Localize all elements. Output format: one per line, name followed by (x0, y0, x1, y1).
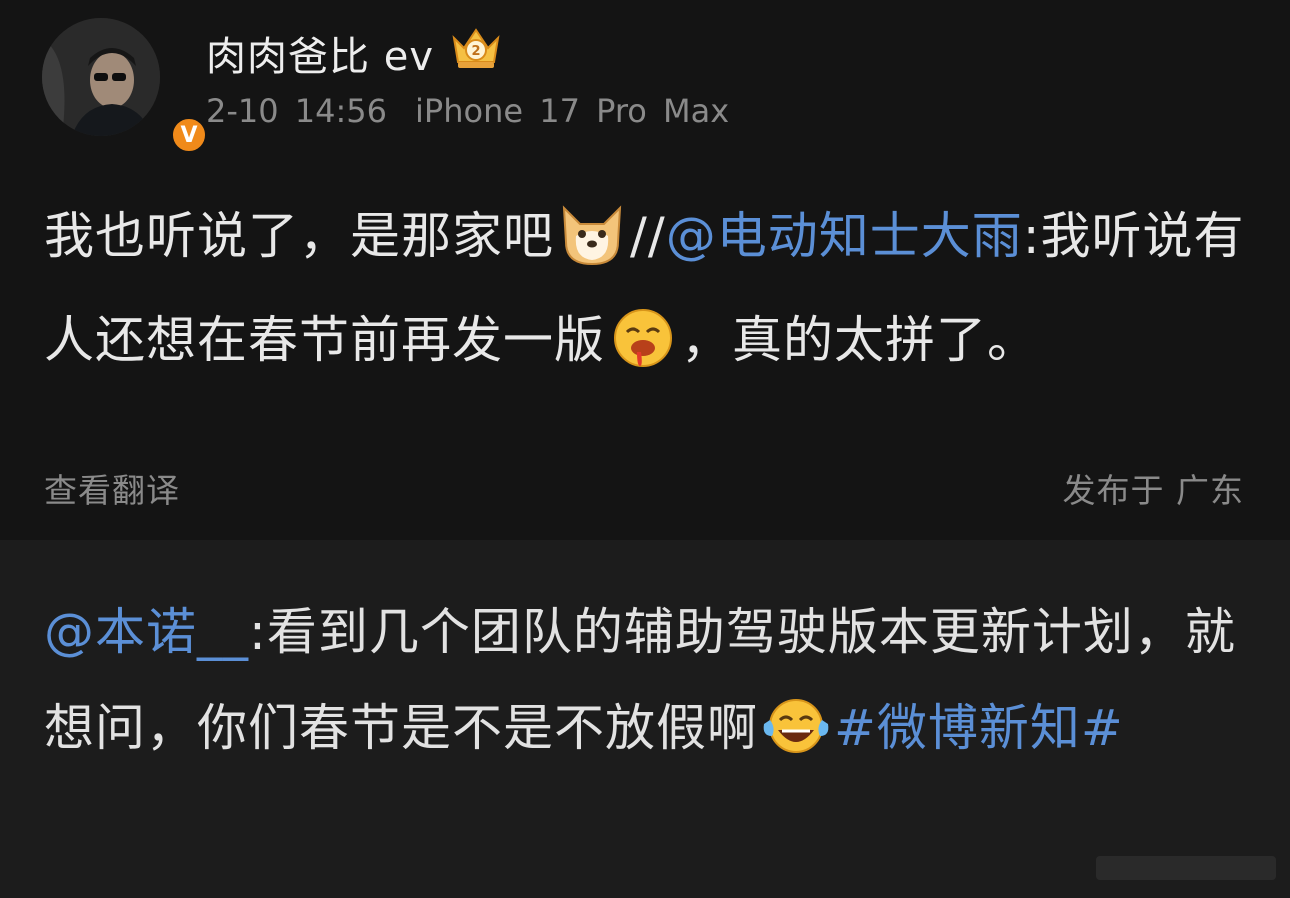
svg-text:2: 2 (471, 44, 480, 59)
post-date: 2-10 14:56 (206, 92, 388, 130)
author-name[interactable]: 肉肉爸比 ev (206, 24, 434, 82)
repost-separator: // (630, 207, 666, 265)
original-post: V 肉肉爸比 ev 2 2-10 14:56 iPhone 17 Pro Max … (0, 0, 1290, 540)
post-text-part1: 我也听说了，是那家吧 (44, 207, 554, 265)
topic-hashtag[interactable]: #微博新知# (834, 699, 1124, 757)
post-device[interactable]: iPhone 17 Pro Max (415, 92, 729, 130)
watermark-icon (1096, 856, 1276, 880)
avatar-image (42, 18, 160, 136)
repost-author-mention[interactable]: @本诺__ (44, 603, 249, 661)
crown-level-2-icon[interactable]: 2 (448, 24, 504, 72)
post-meta: 2-10 14:56 iPhone 17 Pro Max (206, 92, 729, 130)
doge-icon (562, 204, 622, 265)
drooling-face-icon (614, 308, 672, 367)
reposted-post[interactable]: @本诺__:看到几个团队的辅助驾驶版本更新计划，就想问，你们春节是不是不放假啊 … (0, 540, 1290, 898)
post-text-part3: ，真的太拼了。 (681, 311, 1038, 369)
post-text: 我也听说了，是那家吧 //@电动知士大雨:我听说有人还想在春节前再发一版 ，真的… (44, 184, 1254, 392)
post-location: 发布于 广东 (1062, 471, 1244, 510)
laughing-tears-icon (763, 698, 829, 753)
mention-link[interactable]: @电动知士大雨 (666, 207, 1023, 265)
avatar[interactable]: V (42, 18, 208, 154)
repost-text: @本诺__:看到几个团队的辅助驾驶版本更新计划，就想问，你们春节是不是不放假啊 … (44, 584, 1254, 776)
translate-link[interactable]: 查看翻译 (44, 464, 180, 512)
verified-badge-icon: V (170, 116, 208, 154)
